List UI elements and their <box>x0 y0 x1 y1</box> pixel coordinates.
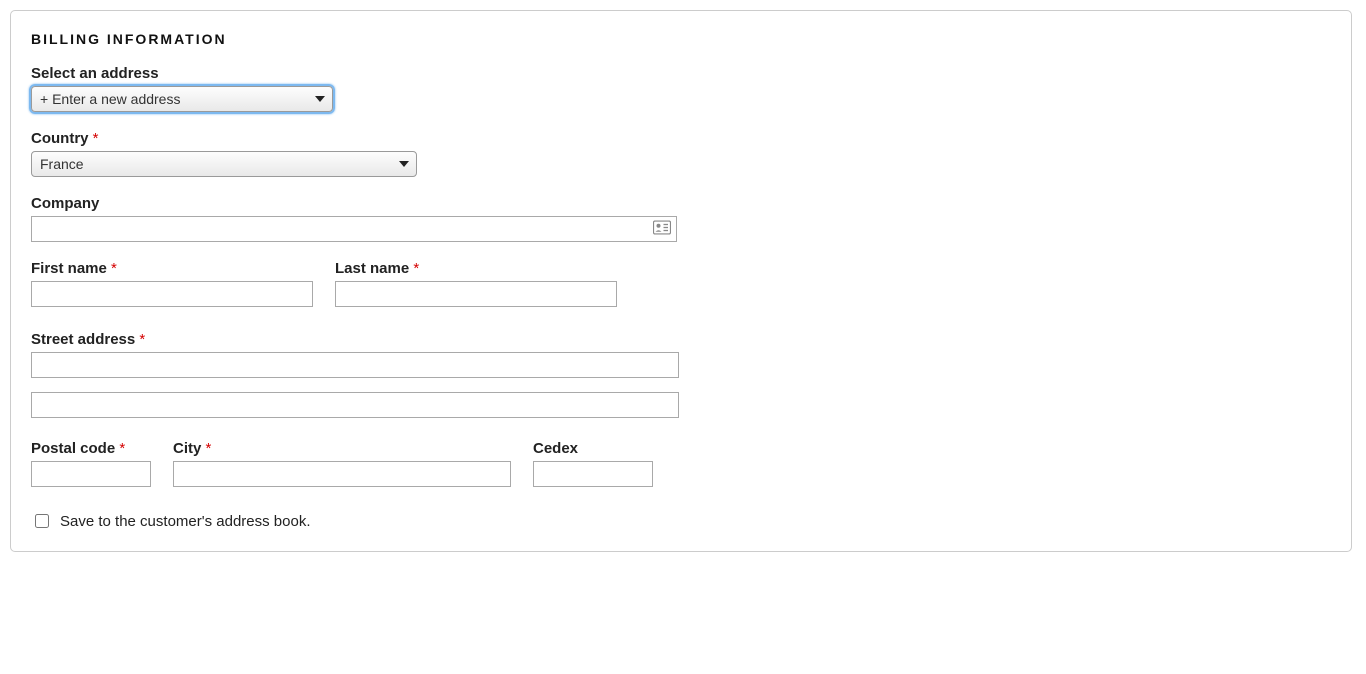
cedex-input[interactable] <box>533 461 653 487</box>
save-address-checkbox[interactable] <box>35 514 49 528</box>
country-label: Country <box>31 130 89 147</box>
required-marker: * <box>206 440 212 457</box>
last-name-input[interactable] <box>335 281 617 307</box>
name-row: First name * Last name * <box>31 260 1331 307</box>
cedex-label: Cedex <box>533 440 653 457</box>
street-address-line2-input[interactable] <box>31 392 679 418</box>
section-title: BILLING INFORMATION <box>31 31 1331 47</box>
required-marker: * <box>139 331 145 348</box>
street-address-line1-input[interactable] <box>31 352 679 378</box>
country-field: Country * France <box>31 130 1331 177</box>
billing-information-panel: BILLING INFORMATION Select an address + … <box>10 10 1352 552</box>
first-name-input[interactable] <box>31 281 313 307</box>
select-address-label: Select an address <box>31 65 1331 82</box>
required-marker: * <box>93 130 99 147</box>
first-name-label-wrap: First name * <box>31 260 313 277</box>
city-field: City * <box>173 440 511 487</box>
select-address-wrap: + Enter a new address <box>31 86 333 112</box>
city-input[interactable] <box>173 461 511 487</box>
street-address-label-wrap: Street address * <box>31 331 1331 348</box>
street-address-field: Street address * <box>31 331 1331 418</box>
company-input[interactable] <box>31 216 677 242</box>
country-dropdown[interactable]: France <box>31 151 417 177</box>
select-address-field: Select an address + Enter a new address <box>31 65 1331 112</box>
postal-code-label-wrap: Postal code * <box>31 440 151 457</box>
company-field: Company <box>31 195 1331 242</box>
country-select-wrap: France <box>31 151 417 177</box>
save-address-label: Save to the customer's address book. <box>60 513 311 530</box>
street-address-label: Street address <box>31 331 135 348</box>
save-address-row: Save to the customer's address book. <box>31 511 1331 531</box>
first-name-label: First name <box>31 260 107 277</box>
first-name-field: First name * <box>31 260 313 307</box>
postal-code-label: Postal code <box>31 440 115 457</box>
postal-code-field: Postal code * <box>31 440 151 487</box>
city-label-wrap: City * <box>173 440 511 457</box>
postal-city-row: Postal code * City * Cedex <box>31 440 1331 487</box>
required-marker: * <box>111 260 117 277</box>
select-address-dropdown[interactable]: + Enter a new address <box>31 86 333 112</box>
required-marker: * <box>413 260 419 277</box>
country-label-wrap: Country * <box>31 130 1331 147</box>
cedex-field: Cedex <box>533 440 653 487</box>
city-label: City <box>173 440 201 457</box>
company-label: Company <box>31 195 1331 212</box>
postal-code-input[interactable] <box>31 461 151 487</box>
last-name-label-wrap: Last name * <box>335 260 617 277</box>
last-name-field: Last name * <box>335 260 617 307</box>
required-marker: * <box>119 440 125 457</box>
last-name-label: Last name <box>335 260 409 277</box>
